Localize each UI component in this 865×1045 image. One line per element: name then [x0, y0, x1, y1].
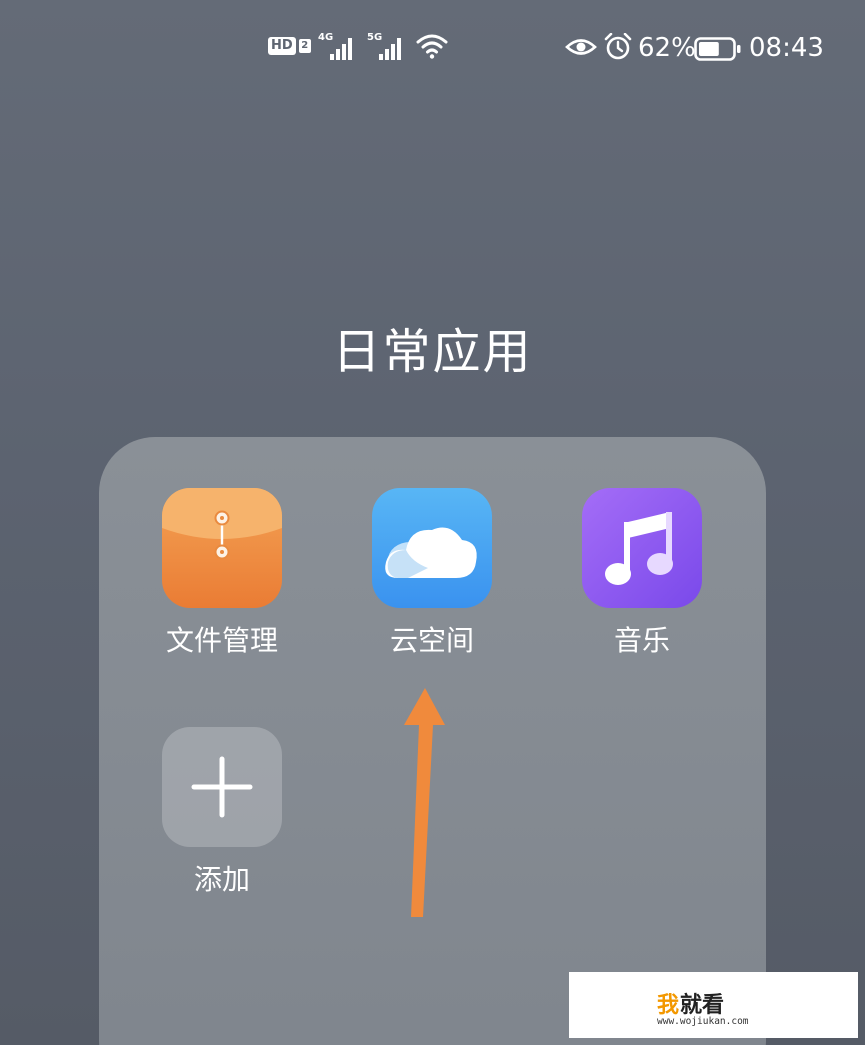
hd-icon: HD 2 [268, 37, 311, 55]
status-bar: HD 2 4G 5G 62% 08:43 [0, 0, 865, 96]
battery-level-fill [699, 42, 719, 56]
app-file-manager[interactable]: 文件管理 [132, 488, 312, 660]
app-label: 文件管理 [165, 624, 278, 657]
eye-icon [565, 35, 597, 63]
file-manager-icon[interactable] [162, 488, 282, 608]
svg-text:我: 我 [657, 993, 679, 1018]
hd-sim-number: 2 [298, 39, 311, 53]
arrow-shape [404, 688, 445, 917]
battery-percent: 62% [638, 33, 696, 63]
add-app-button[interactable]: 添加 [132, 727, 312, 899]
wifi-icon [416, 32, 448, 64]
app-label: 云空间 [389, 624, 474, 657]
hd-label: HD [268, 37, 296, 55]
arrow-annotation [395, 685, 455, 929]
app-label: 添加 [193, 863, 250, 896]
music-icon[interactable] [582, 488, 702, 608]
svg-text:就看: 就看 [680, 992, 724, 1018]
app-cloud-space[interactable]: 云空间 [342, 488, 522, 660]
app-music[interactable]: 音乐 [552, 488, 732, 660]
clock: 08:43 [749, 33, 824, 63]
plus-icon[interactable] [162, 727, 282, 847]
battery-icon [694, 37, 742, 65]
watermark: 我 就看 www.wojiukan.com [569, 972, 858, 1038]
cloud-icon[interactable] [372, 488, 492, 608]
watermark-logo: 我 就看 www.wojiukan.com [657, 990, 787, 1030]
svg-text:www.wojiukan.com: www.wojiukan.com [657, 1016, 749, 1026]
alarm-icon [604, 32, 632, 65]
folder-title[interactable]: 日常应用 [0, 320, 865, 384]
app-label: 音乐 [613, 624, 670, 657]
